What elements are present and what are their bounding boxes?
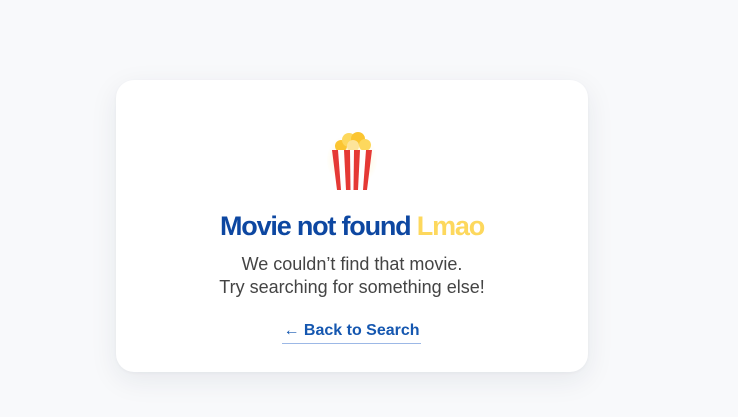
title-accent: Lmao: [416, 211, 485, 241]
message-line-2: Try searching for something else!: [219, 277, 485, 297]
page-title: Movie not found Lmao: [116, 208, 588, 244]
back-to-search-link[interactable]: ← Back to Search: [282, 320, 421, 344]
message-line-1: We couldn’t find that movie.: [241, 254, 463, 274]
popcorn-icon-graphic: [332, 132, 372, 190]
popcorn-icon: [321, 126, 383, 196]
not-found-card: Movie not found Lmao We couldn’t find th…: [116, 80, 588, 372]
not-found-message: We couldn’t find that movie. Try searchi…: [116, 253, 588, 299]
title-main: Movie not found: [220, 211, 412, 241]
